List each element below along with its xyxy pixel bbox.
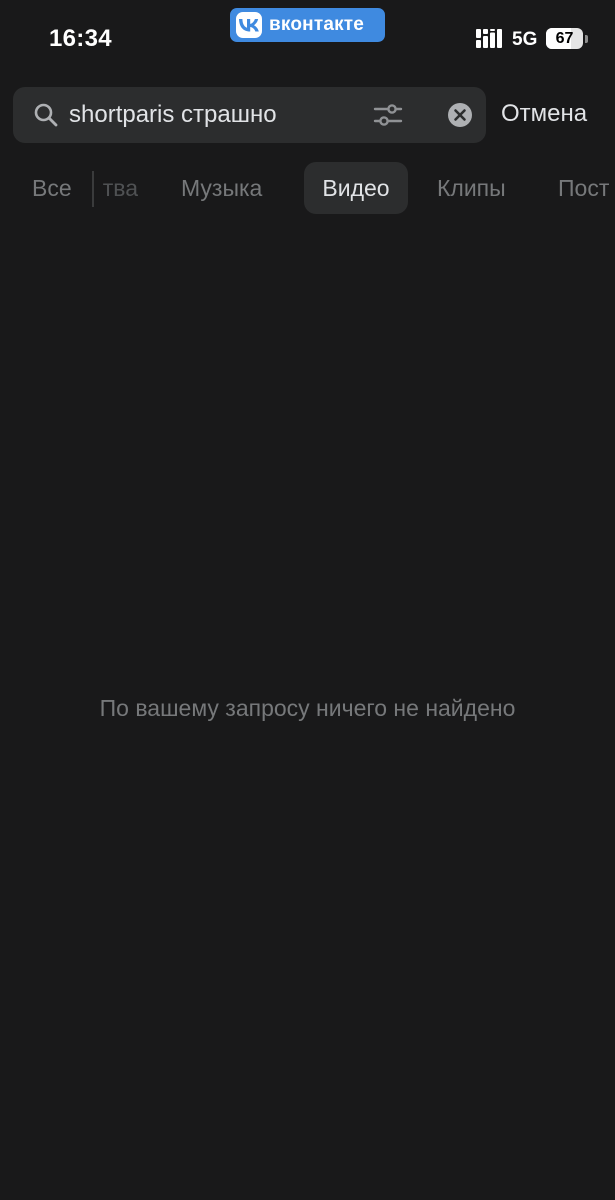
vk-logo-icon (236, 12, 262, 38)
tab-video[interactable]: Видео (304, 162, 408, 214)
tab-all[interactable]: Все (32, 162, 72, 214)
empty-results-message: По вашему запросу ничего не найдено (99, 695, 516, 721)
search-input[interactable] (69, 87, 359, 143)
filter-sliders-icon[interactable] (373, 102, 403, 128)
battery-percentage: 67 (555, 29, 574, 47)
network-type: 5G (512, 29, 538, 50)
tab-communities-label: тва (102, 175, 138, 201)
tab-scroll-divider (92, 171, 94, 207)
tab-music[interactable]: Музыка (181, 162, 262, 214)
clear-x-icon[interactable] (448, 103, 472, 127)
tab-clips[interactable]: Клипы (437, 162, 506, 214)
status-bar: 16:34 вконтакте 5G 67 (0, 0, 615, 78)
app-badge[interactable]: вконтакте (230, 8, 385, 42)
cancel-button[interactable]: Отмена (501, 100, 587, 128)
tab-posts[interactable]: Пост (558, 162, 609, 214)
app-badge-label: вконтакте (269, 14, 365, 35)
search-category-tabs: Все тва Музыка Видео Клипы Пост (0, 162, 615, 216)
search-icon (34, 103, 58, 127)
status-time: 16:34 (49, 25, 112, 52)
search-box[interactable] (13, 87, 486, 143)
tab-communities[interactable]: тва (92, 162, 138, 214)
battery-icon: 67 (546, 28, 583, 49)
cellular-signal-icon (476, 29, 502, 48)
battery-tip (585, 35, 588, 43)
